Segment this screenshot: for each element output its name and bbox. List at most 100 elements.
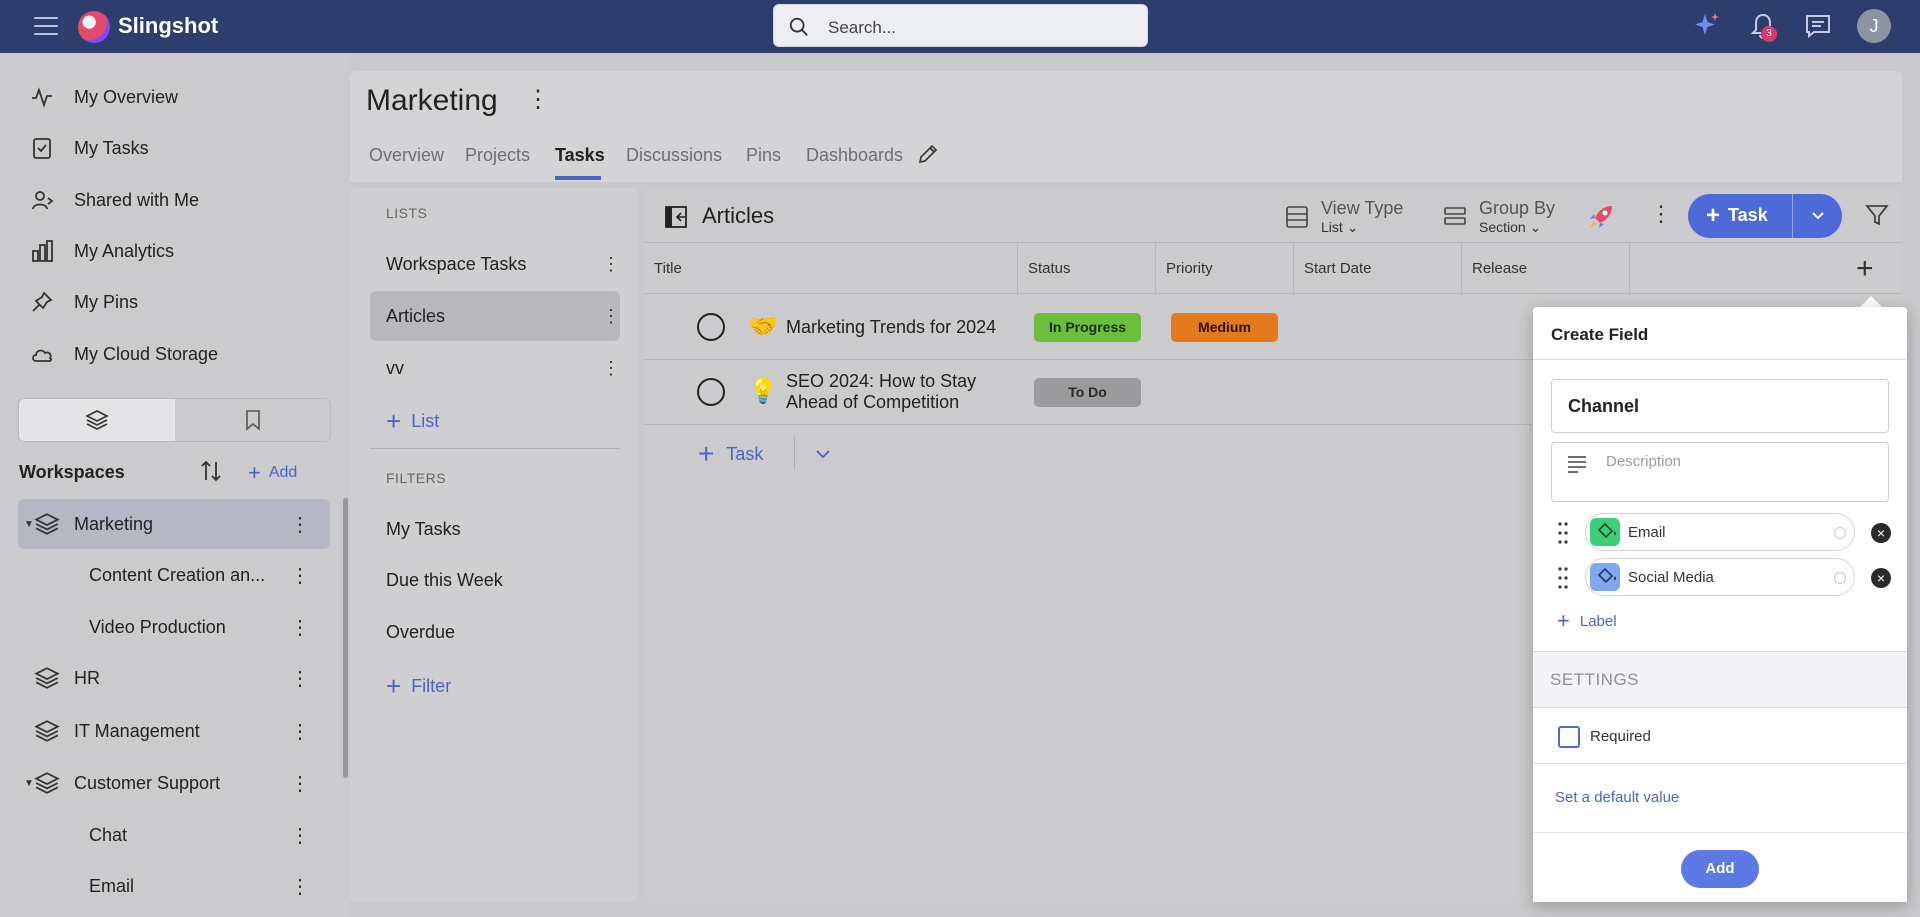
nav-my-analytics[interactable]: My Analytics <box>30 234 174 268</box>
kebab-menu-icon[interactable]: ⋮ <box>290 823 310 848</box>
app-name[interactable]: Slingshot <box>118 13 218 39</box>
kebab-menu-icon[interactable]: ⋮ <box>290 719 310 744</box>
drag-handle-icon[interactable] <box>1557 565 1569 591</box>
nav-my-overview[interactable]: My Overview <box>30 80 178 114</box>
rocket-icon[interactable] <box>1586 202 1616 232</box>
kebab-menu-icon[interactable]: ⋮ <box>602 254 620 275</box>
chevron-down-icon[interactable] <box>1810 207 1826 223</box>
search-box[interactable]: Search... <box>773 4 1148 47</box>
drag-handle-icon[interactable] <box>1557 520 1569 546</box>
list-item-vv[interactable]: vv ⋮ <box>370 343 620 393</box>
list-item-workspace-tasks[interactable]: Workspace Tasks ⋮ <box>370 239 620 289</box>
required-checkbox[interactable] <box>1558 726 1580 748</box>
kebab-menu-icon[interactable]: ⋮ <box>290 771 310 796</box>
add-workspace-button[interactable]: + Add <box>248 460 297 486</box>
kebab-menu-icon[interactable]: ⋮ <box>602 306 620 327</box>
collapse-panel-icon[interactable] <box>664 205 688 229</box>
view-type-label[interactable]: View Type <box>1321 198 1403 219</box>
task-title[interactable]: Marketing Trends for 2024 <box>786 317 996 338</box>
group-by-dropdown[interactable]: Section ⌄ <box>1479 219 1541 236</box>
complete-task-circle[interactable] <box>697 378 725 406</box>
filter-funnel-icon[interactable] <box>1864 202 1890 228</box>
tab-discussions[interactable]: Discussions <box>626 145 722 166</box>
task-title[interactable]: SEO 2024: How to Stay Ahead of Competiti… <box>786 371 986 413</box>
tab-pins[interactable]: Pins <box>746 145 781 166</box>
priority-badge[interactable]: Medium <box>1171 313 1278 342</box>
nav-my-tasks[interactable]: My Tasks <box>30 131 149 165</box>
slingshot-logo-icon[interactable] <box>78 11 110 43</box>
label-name-input[interactable]: Email <box>1628 524 1666 541</box>
workspace-item-chat[interactable]: Chat ⋮ <box>18 810 330 860</box>
new-task-button[interactable]: + Task <box>1706 203 1768 227</box>
add-column-plus-icon[interactable]: + <box>1856 254 1874 284</box>
label-chip[interactable]: Email <box>1585 513 1855 551</box>
nav-shared-with-me[interactable]: Shared with Me <box>30 183 199 217</box>
tab-dashboards[interactable]: Dashboards <box>806 145 903 166</box>
group-by-icon[interactable] <box>1442 204 1468 230</box>
workspace-item-customer-support[interactable]: ▼ Customer Support ⋮ <box>18 758 330 808</box>
field-name-input[interactable]: Channel <box>1551 379 1889 433</box>
column-release[interactable]: Release <box>1462 243 1630 295</box>
filter-overdue[interactable]: Overdue <box>386 622 455 643</box>
add-list-button[interactable]: + List <box>386 406 439 437</box>
caret-down-icon[interactable]: ▼ <box>24 519 34 530</box>
remove-label-icon[interactable]: × <box>1871 568 1891 588</box>
group-by-label[interactable]: Group By <box>1479 198 1555 219</box>
label-chip[interactable]: Social Media <box>1585 558 1855 596</box>
edit-tabs-pencil-icon[interactable] <box>916 142 940 166</box>
remove-label-icon[interactable]: × <box>1871 523 1891 543</box>
hamburger-menu-icon[interactable] <box>34 15 58 37</box>
project-kebab-icon[interactable]: ⋮ <box>526 85 550 114</box>
status-badge[interactable]: To Do <box>1034 378 1141 407</box>
tasks-kebab-icon[interactable]: ⋮ <box>1650 201 1672 227</box>
set-default-value-link[interactable]: Set a default value <box>1555 789 1679 806</box>
description-field[interactable]: Description <box>1551 442 1889 502</box>
view-type-dropdown[interactable]: List ⌄ <box>1321 219 1358 236</box>
sort-icon[interactable] <box>198 458 224 484</box>
add-label-button[interactable]: + Label <box>1557 608 1617 634</box>
kebab-menu-icon[interactable]: ⋮ <box>290 615 310 640</box>
column-start-date[interactable]: Start Date <box>1294 243 1462 295</box>
add-task-button[interactable]: + Task <box>698 438 763 470</box>
list-item-articles[interactable]: Articles ⋮ <box>370 291 620 341</box>
workspace-item-marketing[interactable]: ▼ Marketing ⋮ <box>18 499 330 549</box>
search-input[interactable]: Search... <box>828 18 896 38</box>
complete-task-circle[interactable] <box>697 313 725 341</box>
sidebar-scrollbar[interactable] <box>343 498 348 778</box>
workspace-item-video-production[interactable]: Video Production ⋮ <box>18 602 330 652</box>
messages-icon[interactable] <box>1802 10 1834 42</box>
bookmarks-tab[interactable] <box>175 399 330 441</box>
paint-bucket-icon[interactable] <box>1590 518 1620 546</box>
nav-my-cloud-storage[interactable]: My Cloud Storage <box>30 337 218 371</box>
add-filter-button[interactable]: + Filter <box>386 671 451 702</box>
radio-circle-icon[interactable] <box>1834 572 1846 584</box>
kebab-menu-icon[interactable]: ⋮ <box>290 874 310 899</box>
kebab-menu-icon[interactable]: ⋮ <box>290 512 310 537</box>
ai-sparkle-icon[interactable] <box>1691 10 1723 42</box>
label-name-input[interactable]: Social Media <box>1628 569 1714 586</box>
filter-due-this-week[interactable]: Due this Week <box>386 570 503 591</box>
status-badge[interactable]: In Progress <box>1034 313 1141 342</box>
user-avatar[interactable]: J <box>1857 9 1891 43</box>
workspace-item-hr[interactable]: HR ⋮ <box>18 653 330 703</box>
tab-projects[interactable]: Projects <box>465 145 530 166</box>
chevron-down-icon[interactable] <box>814 445 832 463</box>
caret-down-icon[interactable]: ▼ <box>24 778 34 789</box>
column-priority[interactable]: Priority <box>1156 243 1294 295</box>
list-view-icon[interactable] <box>1284 204 1310 230</box>
kebab-menu-icon[interactable]: ⋮ <box>602 358 620 379</box>
add-field-button[interactable]: Add <box>1681 850 1759 888</box>
tab-overview[interactable]: Overview <box>369 145 444 166</box>
kebab-menu-icon[interactable]: ⋮ <box>290 563 310 588</box>
filter-my-tasks[interactable]: My Tasks <box>386 519 461 540</box>
paint-bucket-icon[interactable] <box>1590 563 1620 591</box>
workspace-item-it-management[interactable]: IT Management ⋮ <box>18 706 330 756</box>
kebab-menu-icon[interactable]: ⋮ <box>290 666 310 691</box>
tab-tasks[interactable]: Tasks <box>555 145 605 166</box>
radio-circle-icon[interactable] <box>1834 527 1846 539</box>
workspaces-tab[interactable] <box>19 399 175 441</box>
column-status[interactable]: Status <box>1018 243 1156 295</box>
column-title[interactable]: Title <box>644 243 1018 295</box>
nav-my-pins[interactable]: My Pins <box>30 285 138 319</box>
workspace-item-content-creation[interactable]: Content Creation an... ⋮ <box>18 550 330 600</box>
